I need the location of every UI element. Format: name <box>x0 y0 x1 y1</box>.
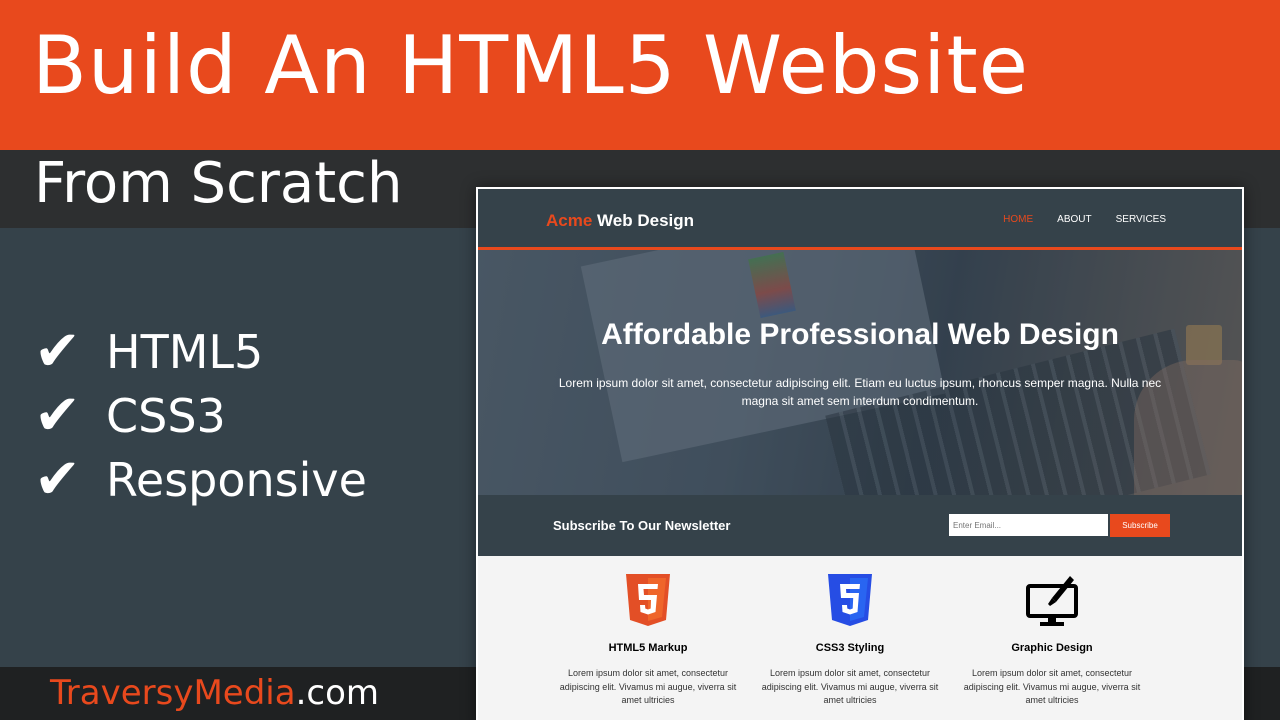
site-logo[interactable]: Acme Web Design <box>546 211 694 231</box>
footer-tld: .com <box>295 673 379 713</box>
website-preview: Acme Web Design HOME ABOUT SERVICES Affo… <box>476 187 1244 720</box>
nav-home[interactable]: HOME <box>1003 214 1033 225</box>
hero-title: Affordable Professional Web Design <box>601 318 1119 351</box>
nav-about[interactable]: ABOUT <box>1057 214 1091 225</box>
box-title: CSS3 Styling <box>815 642 885 654</box>
newsletter-title: Subscribe To Our Newsletter <box>553 518 731 533</box>
feature-box-css3: CSS3 Styling Lorem ipsum dolor sit amet,… <box>760 572 940 708</box>
feature-boxes: HTML5 Markup Lorem ipsum dolor sit amet,… <box>478 556 1242 720</box>
hero-showcase: Affordable Professional Web Design Lorem… <box>478 250 1242 495</box>
logo-text: Web Design <box>592 211 695 230</box>
newsletter-bar: Subscribe To Our Newsletter Subscribe <box>478 495 1242 556</box>
monitor-brush-icon <box>1026 576 1078 626</box>
feature-box-graphic-design: Graphic Design Lorem ipsum dolor sit ame… <box>962 572 1142 708</box>
box-text: Lorem ipsum dolor sit amet, consectetur … <box>559 668 737 705</box>
css3-logo-icon <box>828 574 872 626</box>
subscribe-button[interactable]: Subscribe <box>1110 514 1170 537</box>
hero-text: Lorem ipsum dolor sit amet, consectetur … <box>558 376 1162 408</box>
email-input[interactable] <box>949 514 1108 536</box>
checkmark-icon: ✔ <box>34 447 81 512</box>
subtitle: From Scratch <box>34 151 403 216</box>
box-title: HTML5 Markup <box>608 642 688 654</box>
checklist-item-css3: ✔ CSS3 <box>34 384 367 448</box>
footer-site-url: TraversyMedia.com <box>50 676 379 710</box>
checklist-label: HTML5 <box>106 325 264 379</box>
checkmark-icon: ✔ <box>34 319 81 384</box>
site-nav: HOME ABOUT SERVICES <box>1003 214 1166 225</box>
nav-services[interactable]: SERVICES <box>1116 214 1166 225</box>
feature-box-html5: HTML5 Markup Lorem ipsum dolor sit amet,… <box>558 572 738 708</box>
logo-highlight: Acme <box>546 211 593 230</box>
box-title: Graphic Design <box>1011 642 1093 654</box>
box-text: Lorem ipsum dolor sit amet, consectetur … <box>761 668 939 705</box>
checklist-item-responsive: ✔ Responsive <box>34 448 367 512</box>
footer-brand: TraversyMedia <box>50 673 296 713</box>
checklist-label: Responsive <box>106 453 367 507</box>
checkmark-icon: ✔ <box>34 383 81 448</box>
main-title: Build An HTML5 Website <box>32 19 1029 112</box>
checklist-label: CSS3 <box>106 389 226 443</box>
box-text: Lorem ipsum dolor sit amet, consectetur … <box>963 668 1141 705</box>
html5-logo-icon <box>626 574 670 626</box>
checklist-item-html5: ✔ HTML5 <box>34 320 367 384</box>
feature-checklist: ✔ HTML5 ✔ CSS3 ✔ Responsive <box>34 320 367 512</box>
site-header: Acme Web Design HOME ABOUT SERVICES <box>478 189 1242 250</box>
hero-overlay <box>478 250 1242 495</box>
